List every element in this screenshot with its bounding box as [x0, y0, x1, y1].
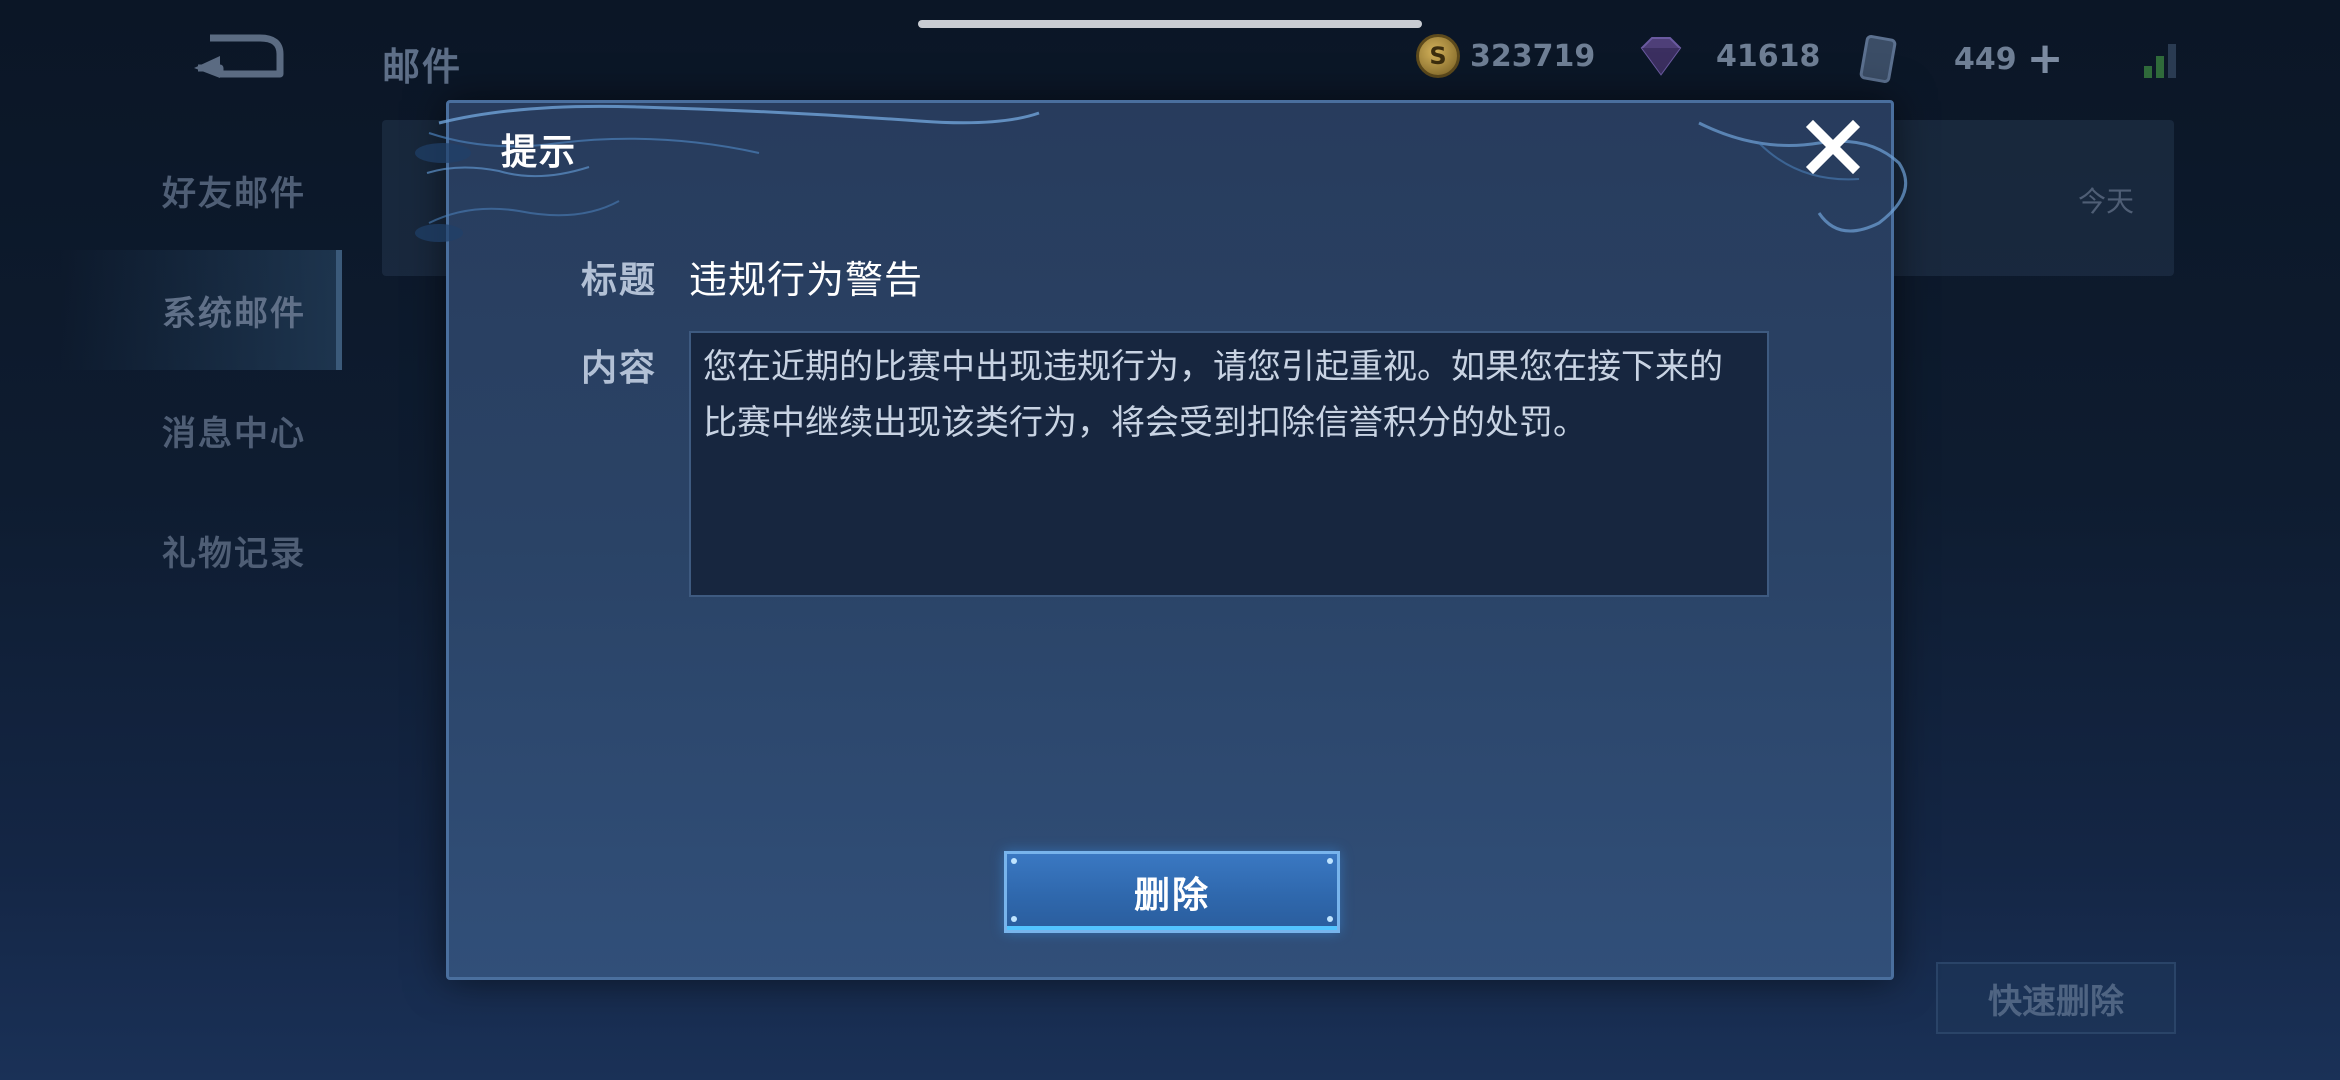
button-corner-dot [1327, 916, 1333, 922]
gold-coin-icon: S [1416, 34, 1460, 78]
subject-value: 违规行为警告 [689, 258, 924, 302]
page-title: 邮件 [382, 45, 463, 89]
delete-button-label: 删除 [1133, 875, 1210, 916]
close-x-icon[interactable] [1801, 115, 1865, 179]
button-corner-dot [1011, 916, 1017, 922]
gold-currency: S 323719 [1416, 34, 1595, 78]
mail-date: 今天 [2077, 185, 2134, 218]
mail-detail-dialog: 提示 标题 违规行为警告 内容 您在近期的比赛中出现违规行为，请您引起重视。如果… [415, 100, 1908, 980]
diamond-currency: 41618 [1636, 34, 1820, 78]
signal-bars-icon [2144, 44, 2176, 78]
nav-message-center[interactable]: 消息中心 [60, 370, 342, 490]
nav-label: 消息中心 [162, 413, 306, 454]
voucher-card-icon [1859, 35, 1897, 83]
content-text: 您在近期的比赛中出现违规行为，请您引起重视。如果您在接下来的比赛中继续出现该类行… [703, 347, 1723, 443]
delete-button[interactable]: 删除 [1004, 851, 1340, 933]
subject-label: 标题 [581, 260, 658, 301]
back-arrow-icon[interactable] [190, 30, 290, 78]
diamond-amount: 41618 [1716, 38, 1821, 74]
voucher-currency: 449 + [1858, 34, 2064, 84]
nav-label: 礼物记录 [162, 533, 306, 574]
plus-icon[interactable]: + [2027, 37, 2064, 81]
dialog-title: 提示 [501, 132, 578, 173]
voucher-amount: 449 [1954, 41, 2017, 77]
quick-delete-button[interactable]: 快速删除 [1936, 962, 2176, 1034]
nav-friend-mail[interactable]: 好友邮件 [60, 130, 342, 250]
nav-label: 好友邮件 [162, 173, 306, 214]
home-indicator [918, 20, 1422, 28]
nav-system-mail[interactable]: 系统邮件 [60, 250, 342, 370]
diamond-gem-icon [1640, 37, 1682, 76]
content-text-area[interactable]: 您在近期的比赛中出现违规行为，请您引起重视。如果您在接下来的比赛中继续出现该类行… [689, 331, 1769, 597]
nav-gift-records[interactable]: 礼物记录 [60, 490, 342, 610]
button-corner-dot [1327, 858, 1333, 864]
nav-label: 系统邮件 [162, 293, 306, 334]
content-label: 内容 [581, 348, 658, 389]
mail-category-nav: 好友邮件 系统邮件 消息中心 礼物记录 [60, 130, 342, 610]
gold-amount: 323719 [1470, 38, 1596, 74]
button-corner-dot [1011, 858, 1017, 864]
